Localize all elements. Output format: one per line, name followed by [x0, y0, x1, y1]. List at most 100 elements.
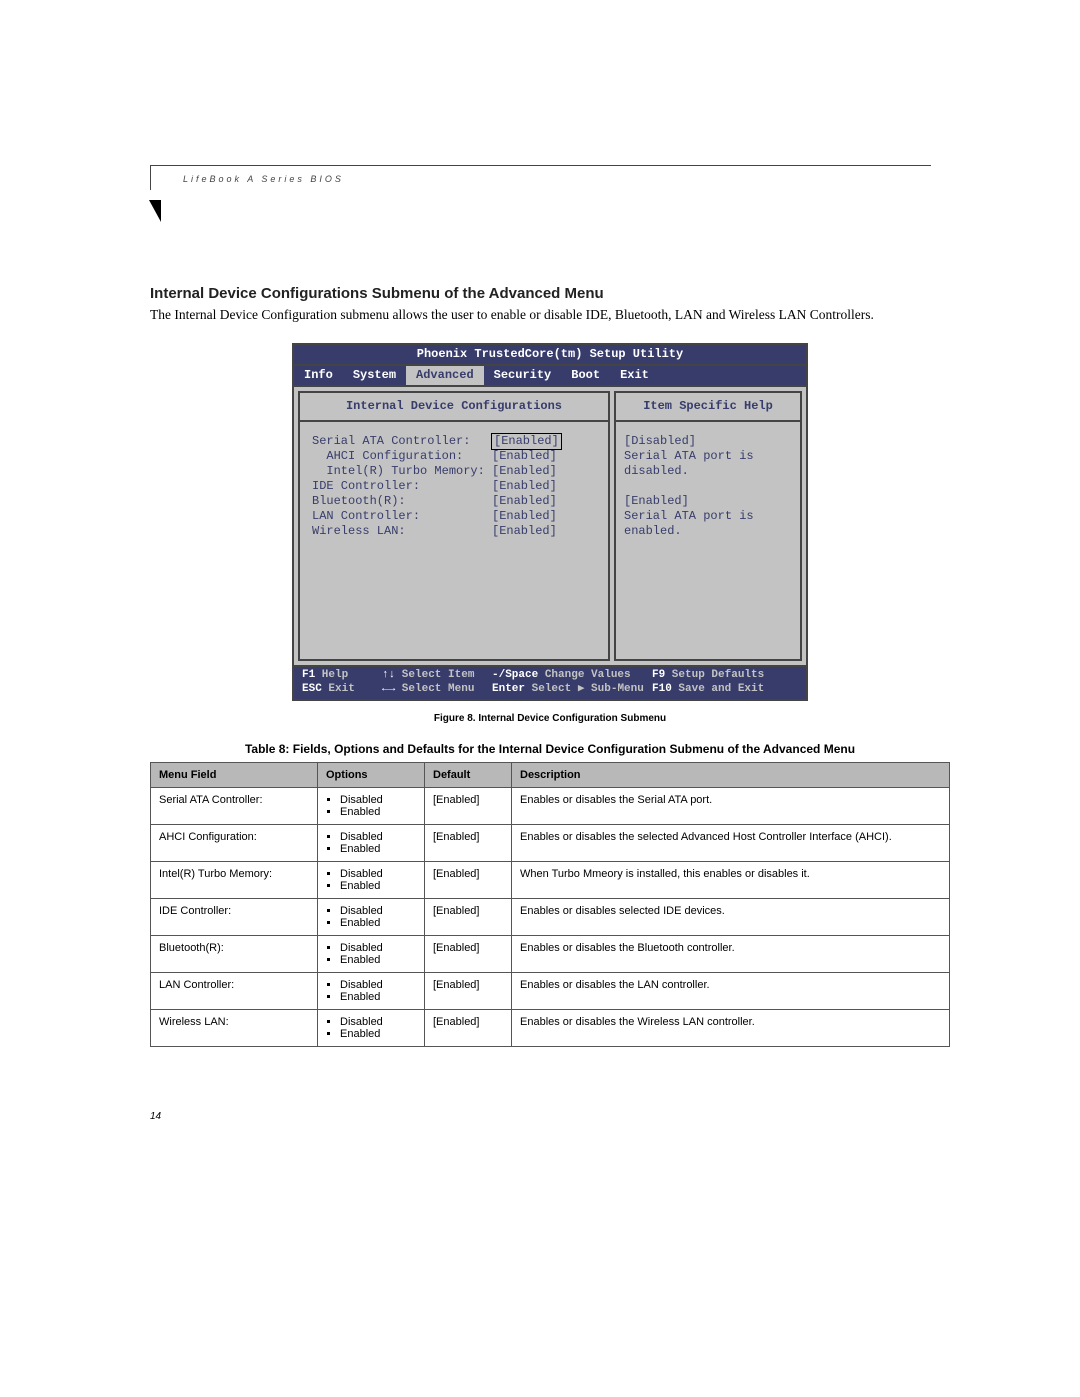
- cell-options: DisabledEnabled: [318, 788, 425, 825]
- option-bullet: Disabled: [340, 831, 416, 843]
- bios-field-label: Wireless LAN:: [312, 524, 492, 539]
- bios-help-panel: Item Specific Help [Disabled]Serial ATA …: [614, 391, 802, 661]
- cell-options: DisabledEnabled: [318, 973, 425, 1010]
- cell-default: [Enabled]: [425, 899, 512, 936]
- bios-field-row[interactable]: IDE Controller:[Enabled]: [300, 479, 608, 494]
- fields-table: Menu FieldOptionsDefaultDescription Seri…: [150, 762, 950, 1047]
- table-row: AHCI Configuration:DisabledEnabled[Enabl…: [151, 825, 950, 862]
- bios-footer-hint: -/Space Change Values: [492, 669, 652, 683]
- bios-field-label: LAN Controller:: [312, 509, 492, 524]
- cell-menu-field: AHCI Configuration:: [151, 825, 318, 862]
- bios-field-label: Bluetooth(R):: [312, 494, 492, 509]
- cell-options: DisabledEnabled: [318, 1010, 425, 1047]
- cell-options: DisabledEnabled: [318, 899, 425, 936]
- bios-field-value[interactable]: [Enabled]: [492, 464, 557, 479]
- document-page: LifeBook A Series BIOS Internal Device C…: [0, 0, 1080, 1397]
- table-row: Bluetooth(R):DisabledEnabled[Enabled]Ena…: [151, 936, 950, 973]
- cell-menu-field: IDE Controller:: [151, 899, 318, 936]
- bios-field-row[interactable]: Bluetooth(R):[Enabled]: [300, 494, 608, 509]
- option-bullet: Disabled: [340, 905, 416, 917]
- cell-default: [Enabled]: [425, 825, 512, 862]
- bios-menu-security[interactable]: Security: [484, 366, 562, 385]
- bios-help-title: Item Specific Help: [616, 393, 800, 422]
- cell-default: [Enabled]: [425, 936, 512, 973]
- bios-field-row[interactable]: Serial ATA Controller:[Enabled]: [300, 434, 608, 449]
- bios-field-value[interactable]: [Enabled]: [492, 434, 561, 449]
- table-header-cell: Default: [425, 763, 512, 788]
- page-number: 14: [150, 1111, 161, 1122]
- table-row: Serial ATA Controller:DisabledEnabled[En…: [151, 788, 950, 825]
- cell-default: [Enabled]: [425, 788, 512, 825]
- bios-footer: F1 Help↑↓ Select Item-/Space Change Valu…: [294, 665, 806, 700]
- cell-menu-field: Wireless LAN:: [151, 1010, 318, 1047]
- option-bullet: Disabled: [340, 868, 416, 880]
- page-frame: LifeBook A Series BIOS: [150, 165, 931, 190]
- table-header-cell: Menu Field: [151, 763, 318, 788]
- bios-help-line: Serial ATA port is: [624, 509, 794, 524]
- bios-help-line: Serial ATA port is: [624, 449, 794, 464]
- option-bullet: Disabled: [340, 794, 416, 806]
- cell-menu-field: Serial ATA Controller:: [151, 788, 318, 825]
- cell-options: DisabledEnabled: [318, 862, 425, 899]
- bios-field-label: Serial ATA Controller:: [312, 434, 492, 449]
- table-row: IDE Controller:DisabledEnabled[Enabled]E…: [151, 899, 950, 936]
- bios-footer-hint: ESC Exit: [302, 683, 382, 697]
- bios-menu-bar: InfoSystemAdvancedSecurityBootExit: [294, 366, 806, 387]
- option-bullet: Disabled: [340, 979, 416, 991]
- cell-options: DisabledEnabled: [318, 825, 425, 862]
- bios-field-value[interactable]: [Enabled]: [492, 524, 557, 539]
- bios-help-line: enabled.: [624, 524, 794, 539]
- bios-field-label: IDE Controller:: [312, 479, 492, 494]
- bios-menu-info[interactable]: Info: [294, 366, 343, 385]
- cell-description: Enables or disables the selected Advance…: [512, 825, 950, 862]
- table-caption: Table 8: Fields, Options and Defaults fo…: [150, 742, 950, 756]
- cell-menu-field: Bluetooth(R):: [151, 936, 318, 973]
- bios-field-value[interactable]: [Enabled]: [492, 509, 557, 524]
- bios-field-row[interactable]: AHCI Configuration:[Enabled]: [300, 449, 608, 464]
- option-bullet: Enabled: [340, 1028, 416, 1040]
- bios-help-line: [Enabled]: [624, 494, 794, 509]
- cell-description: Enables or disables the Wireless LAN con…: [512, 1010, 950, 1047]
- bios-field-value[interactable]: [Enabled]: [492, 449, 557, 464]
- bios-menu-system[interactable]: System: [343, 366, 406, 385]
- option-bullet: Enabled: [340, 843, 416, 855]
- bios-left-panel: Internal Device Configurations Serial AT…: [298, 391, 610, 661]
- figure-caption: Figure 8. Internal Device Configuration …: [150, 713, 950, 724]
- table-row: LAN Controller:DisabledEnabled[Enabled]E…: [151, 973, 950, 1010]
- bios-field-value[interactable]: [Enabled]: [492, 494, 557, 509]
- option-bullet: Disabled: [340, 1016, 416, 1028]
- bios-footer-hint: Enter Select ▶ Sub-Menu: [492, 683, 652, 697]
- bios-menu-advanced[interactable]: Advanced: [406, 366, 484, 385]
- option-bullet: Enabled: [340, 917, 416, 929]
- cell-default: [Enabled]: [425, 862, 512, 899]
- bios-menu-exit[interactable]: Exit: [610, 366, 659, 385]
- option-bullet: Enabled: [340, 954, 416, 966]
- bios-screenshot: Phoenix TrustedCore(tm) Setup Utility In…: [292, 343, 808, 702]
- cell-menu-field: Intel(R) Turbo Memory:: [151, 862, 318, 899]
- bios-help-line: disabled.: [624, 464, 794, 479]
- bios-footer-hint: F9 Setup Defaults: [652, 669, 792, 683]
- bios-footer-hint: F10 Save and Exit: [652, 683, 792, 697]
- cell-default: [Enabled]: [425, 1010, 512, 1047]
- bios-footer-hint: ←→ Select Menu: [382, 683, 492, 697]
- bios-field-value[interactable]: [Enabled]: [492, 479, 557, 494]
- option-bullet: Enabled: [340, 806, 416, 818]
- table-row: Wireless LAN:DisabledEnabled[Enabled]Ena…: [151, 1010, 950, 1047]
- body-area: Internal Device Configurations Submenu o…: [150, 225, 950, 1047]
- table-header-cell: Options: [318, 763, 425, 788]
- cell-description: Enables or disables the Bluetooth contro…: [512, 936, 950, 973]
- corner-triangle-icon: [149, 200, 161, 222]
- bios-field-label: Intel(R) Turbo Memory:: [312, 464, 492, 479]
- bios-help-line: [624, 479, 794, 494]
- bios-footer-hint: ↑↓ Select Item: [382, 669, 492, 683]
- cell-description: Enables or disables the LAN controller.: [512, 973, 950, 1010]
- table-header-cell: Description: [512, 763, 950, 788]
- cell-options: DisabledEnabled: [318, 936, 425, 973]
- cell-description: Enables or disables selected IDE devices…: [512, 899, 950, 936]
- bios-menu-boot[interactable]: Boot: [561, 366, 610, 385]
- bios-field-row[interactable]: LAN Controller:[Enabled]: [300, 509, 608, 524]
- bios-field-row[interactable]: Intel(R) Turbo Memory:[Enabled]: [300, 464, 608, 479]
- running-head: LifeBook A Series BIOS: [151, 174, 931, 190]
- option-bullet: Disabled: [340, 942, 416, 954]
- bios-field-row[interactable]: Wireless LAN:[Enabled]: [300, 524, 608, 539]
